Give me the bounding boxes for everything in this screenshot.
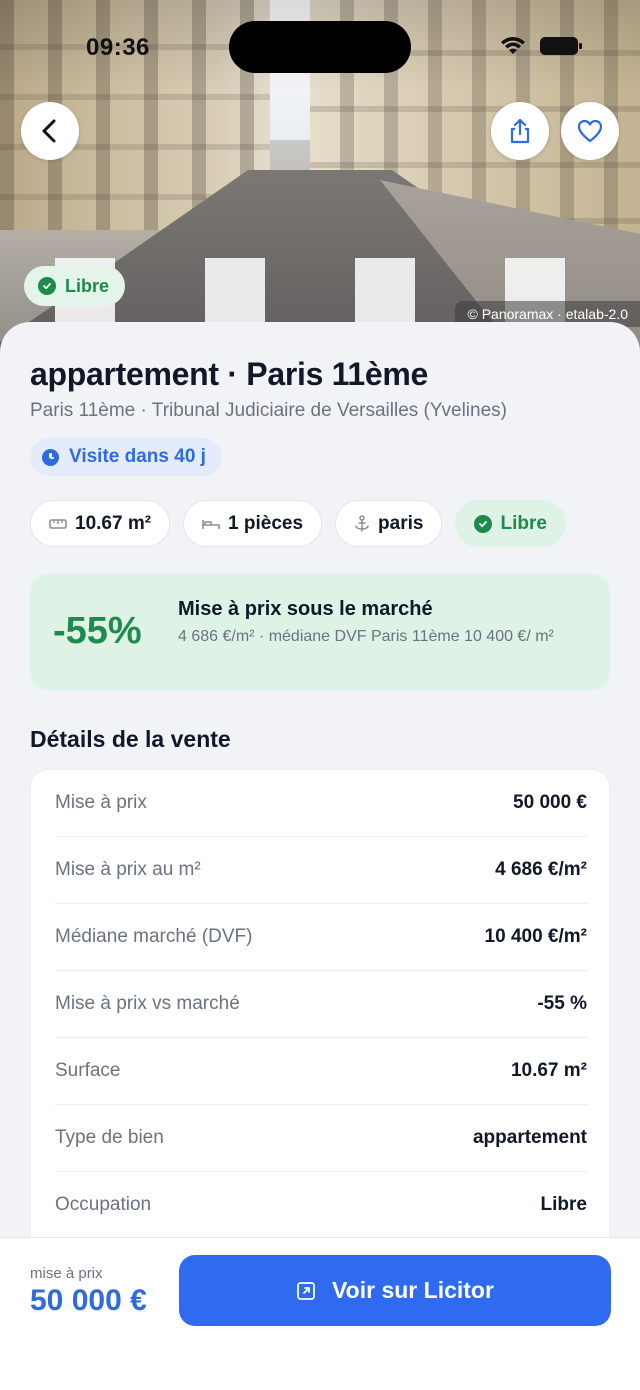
details-row: Mise à prix au m² 4 686 €/m² [55,837,587,904]
cta-label: Voir sur Licitor [332,1277,494,1303]
clock-icon [42,448,59,466]
page-subtitle: Paris 11ème · Tribunal Judiciaire de Ver… [30,400,507,421]
chip-city-label: paris [378,512,424,534]
chip-surface: 10.67 m² [30,500,171,547]
dynamic-island [229,21,411,73]
market-title: Mise à prix sous le marché [178,598,433,620]
details-title: Détails de la vente [30,726,231,752]
chevron-left-icon [42,119,56,143]
chip-occupancy: Libre [455,500,566,547]
ruler-icon [49,518,67,530]
status-time: 09:36 [86,34,150,61]
view-on-licitor-button[interactable]: Voir sur Licitor [179,1255,611,1326]
details-row-value: Libre [540,1194,587,1215]
favorite-button[interactable] [561,102,619,160]
details-row: Mise à prix 50 000 € [55,770,587,837]
chip-surface-label: 10.67 m² [75,512,152,534]
market-text: 4 686 €/m² · médiane DVF Paris 11ème 10 … [178,628,554,645]
external-link-icon [297,1281,315,1300]
details-row: Mise à prix vs marché -55 % [55,971,587,1038]
status-icons [500,36,582,56]
feature-chips: 10.67 m² 1 pièces paris Libre [30,500,566,547]
share-button[interactable] [491,102,549,160]
details-row-value: -55 % [537,993,587,1014]
market-percent: -55% [53,610,142,652]
bed-icon [202,517,220,531]
details-row-value: 4 686 €/m² [495,859,587,880]
occupancy-badge: Libre [24,266,126,306]
details-row-label: Mise à prix vs marché [55,993,240,1014]
bottom-price-value: 50 000 € [30,1284,147,1317]
chip-rooms: 1 pièces [183,500,323,547]
details-row-label: Surface [55,1060,121,1081]
wifi-icon [501,37,525,54]
details-row-label: Mise à prix au m² [55,859,201,880]
chip-occupancy-label: Libre [500,512,547,534]
market-comparison-card: -55% Mise à prix sous le marché 4 686 €/… [30,574,610,690]
details-row: Type de bien appartement [55,1105,587,1172]
visit-badge: Visite dans 40 j [30,438,222,476]
check-circle-icon [38,277,56,295]
page-title: appartement · Paris 11ème [30,356,429,392]
chip-city: paris [335,500,443,547]
back-button[interactable] [21,102,79,160]
bottom-price-label: mise à prix [30,1265,103,1282]
details-row-label: Mise à prix [55,792,147,813]
details-row-value: 10 400 €/m² [484,926,587,947]
details-row-label: Médiane marché (DVF) [55,926,253,947]
details-row: Surface 10.67 m² [55,1038,587,1105]
details-card: Mise à prix 50 000 € Mise à prix au m² 4… [30,769,610,1269]
details-row: Médiane marché (DVF) 10 400 €/m² [55,904,587,971]
check-circle-icon [474,514,493,533]
heart-icon [577,119,603,143]
details-row: Occupation Libre [55,1172,587,1239]
anchor-icon [354,514,370,533]
details-row-value: appartement [472,1127,587,1148]
occupancy-badge-label: Libre [65,275,110,296]
battery-icon [540,37,582,55]
details-row-label: Type de bien [55,1127,164,1148]
share-icon [510,118,530,144]
visit-badge-label: Visite dans 40 j [69,446,206,467]
details-row-value: 10.67 m² [510,1060,587,1081]
chip-rooms-label: 1 pièces [228,512,304,534]
details-row-value: 50 000 € [513,792,587,813]
details-row-label: Occupation [55,1194,152,1215]
